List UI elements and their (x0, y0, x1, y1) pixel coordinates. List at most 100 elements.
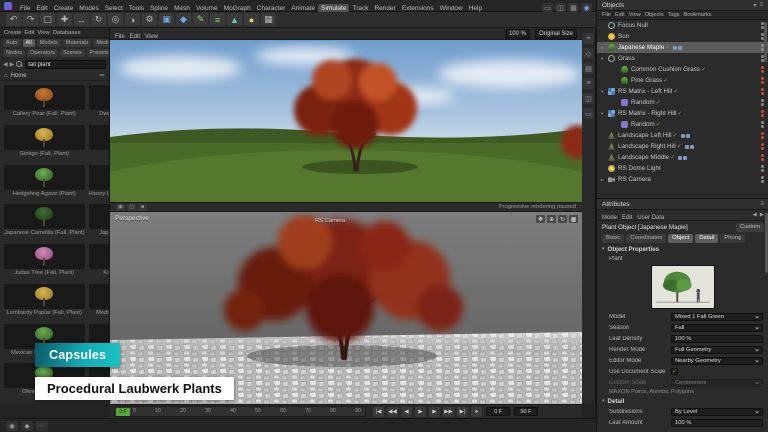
camera-tool-icon[interactable]: ▦ (261, 13, 276, 26)
account-icon[interactable]: ◉ (581, 3, 592, 12)
objects-menu-item[interactable]: Objects (645, 12, 664, 18)
asset-thumbnail[interactable]: Judas Tree (Fall, Plant) (3, 243, 86, 279)
asset-thumbnail[interactable]: Japanese Larch (Fall, Plant) (88, 203, 109, 239)
enable-checkmark[interactable] (664, 44, 671, 51)
plant-preview[interactable] (597, 263, 768, 311)
use-document-scale-checkbox[interactable]: ✓ (671, 368, 678, 375)
asset-menu-item[interactable]: Databases (53, 30, 81, 36)
visibility-dots[interactable] (761, 88, 764, 95)
objects-menu-item[interactable]: View (629, 12, 641, 18)
object-tree-row[interactable]: ▸ Japanese Maple (597, 42, 768, 53)
enable-checkmark[interactable] (676, 110, 683, 117)
enable-checkmark[interactable] (672, 132, 679, 139)
visibility-dots[interactable] (761, 165, 764, 172)
object-tree-row[interactable]: ▾ RS Matrix - Right Hill (597, 108, 768, 119)
history-forward-icon[interactable]: ▶ (760, 212, 764, 218)
material-icon[interactable]: ▣ (159, 13, 174, 26)
record-icon[interactable]: ● (471, 407, 482, 417)
layers-icon[interactable]: ≡ (583, 78, 594, 89)
spline-icon[interactable]: ≡ (210, 13, 225, 26)
rotate-tool-icon[interactable]: ↻ (91, 13, 106, 26)
prev-frame-icon[interactable]: ◀ (401, 407, 412, 417)
visibility-dots[interactable] (761, 99, 764, 106)
expand-arrow-icon[interactable]: ▸ (601, 45, 608, 51)
asset-thumbnail[interactable]: Glossy Privet (Plant) (88, 124, 109, 160)
preset-dropdown[interactable]: Custom (736, 223, 764, 232)
back-icon[interactable]: ◀ (3, 61, 8, 68)
start-frame-field[interactable]: 0 F (486, 407, 510, 416)
render-viewport[interactable] (110, 40, 582, 202)
visibility-dots[interactable] (761, 110, 764, 117)
perspective-viewport[interactable]: Perspective RS Camera ✥ ⊕ ↻ ▦ (110, 212, 582, 404)
asset-menu-item[interactable]: Create (4, 30, 21, 36)
pause-render-icon[interactable]: ■ (138, 204, 147, 211)
object-tree-row[interactable]: Landscape Right Hill (597, 141, 768, 152)
console-icon[interactable]: ▭ (583, 108, 594, 119)
sort-icon[interactable]: ≔ (99, 72, 105, 79)
viewport-rotate-icon[interactable]: ↻ (558, 215, 567, 223)
section-object-properties[interactable]: Object Properties (597, 244, 768, 254)
object-tree-row[interactable]: RS Dome Light (597, 163, 768, 174)
asset-thumbnail[interactable]: Japanese Camellia (Fall, Plant) (3, 203, 86, 239)
enable-checkmark[interactable] (700, 66, 707, 73)
ab-compare-icon[interactable]: ◫ (127, 204, 136, 211)
asset-thumbnail[interactable]: Honey Locust 'Sunburst' (Fall, Plant) (88, 164, 109, 200)
viewport-pan-icon[interactable]: ✥ (536, 215, 545, 223)
object-tree-row[interactable]: Common Cushion Grass (597, 64, 768, 75)
objects-menu-item[interactable]: File (602, 12, 611, 18)
enable-checkmark[interactable] (662, 77, 669, 84)
asset-filter-button[interactable]: Auto (3, 39, 21, 47)
next-frame-icon[interactable]: ▶ (429, 407, 440, 417)
attribute-tab[interactable]: Object (668, 234, 693, 243)
viewport-layout-icon[interactable]: ▦ (569, 215, 578, 223)
asset-thumbnail[interactable]: Hedgehog Agave (Plant) (3, 164, 86, 200)
pen-tool-icon[interactable]: ✎ (193, 13, 208, 26)
season-dropdown[interactable]: Fall (671, 324, 763, 332)
asset-filter-button[interactable]: Models (37, 39, 61, 47)
layout-single-icon[interactable]: ▭ (542, 3, 553, 12)
viewport-zoom-icon[interactable]: ⊕ (547, 215, 556, 223)
asset-filter-button[interactable]: Nodes (3, 49, 25, 57)
enable-checkmark[interactable] (672, 88, 679, 95)
render-view-menu-item[interactable]: File (115, 34, 125, 40)
render-settings-icon[interactable]: ⚙ (142, 13, 157, 26)
asset-filter-button[interactable]: Scenes (60, 49, 85, 57)
visibility-dots[interactable] (761, 121, 764, 128)
object-tree-row[interactable]: Landscape Middle (597, 152, 768, 163)
editor-mode-dropdown[interactable]: Nearby Geometry (671, 357, 763, 365)
takes-icon[interactable]: ◫ (583, 93, 594, 104)
asset-thumbnail[interactable]: Lombardy Poplar (Fall, Plant) (3, 283, 86, 319)
attribute-tab[interactable]: Phong (720, 234, 745, 243)
visibility-dots[interactable] (761, 154, 764, 161)
attributes-mode-tab[interactable]: Edit (622, 215, 632, 221)
prev-key-icon[interactable]: ◀◀ (387, 407, 398, 417)
play-icon[interactable]: ▶ (415, 407, 426, 417)
enable-checkmark[interactable] (655, 99, 662, 106)
asset-filter-button[interactable]: Operators (27, 49, 58, 57)
next-key-icon[interactable]: ▶▶ (443, 407, 454, 417)
leaf-density-field[interactable]: 100 % (671, 335, 763, 343)
playhead[interactable]: 0 F (116, 408, 130, 416)
scale-tool-icon[interactable]: ↔ (74, 13, 89, 26)
layout-split-icon[interactable]: ◫ (555, 3, 566, 12)
workplane-icon[interactable]: ▤ (583, 63, 594, 74)
asset-menu-item[interactable]: View (37, 30, 49, 36)
snap-icon[interactable]: ◇ (583, 48, 594, 59)
filter-icon[interactable]: ▾ (753, 2, 756, 9)
objects-menu-item[interactable]: Edit (615, 12, 625, 18)
enable-checkmark[interactable] (669, 154, 676, 161)
autokey-icon[interactable]: ◉ (6, 421, 18, 431)
history-back-icon[interactable]: ◀ (753, 212, 757, 218)
asset-thumbnail[interactable]: Ginkgo (Fall, Plant) (3, 124, 86, 160)
asset-filter-button[interactable]: Presets (87, 49, 110, 57)
object-tree-row[interactable]: ▸ RS Camera (597, 174, 768, 185)
goto-end-icon[interactable]: ▶| (457, 407, 468, 417)
section-detail[interactable]: Detail (597, 396, 768, 406)
asset-thumbnail[interactable]: Katsura Tree (Fall, Plant) (88, 243, 109, 279)
object-tree-row[interactable]: ▾ RS Matrix - Left Hill (597, 86, 768, 97)
layout-quad-icon[interactable]: ▦ (568, 3, 579, 12)
objects-menu-item[interactable]: Bookmarks (683, 12, 711, 18)
attribute-tab[interactable]: Coordinates (626, 234, 666, 243)
select-tool-icon[interactable]: ▢ (40, 13, 55, 26)
undo-icon[interactable]: ↶ (6, 13, 21, 26)
